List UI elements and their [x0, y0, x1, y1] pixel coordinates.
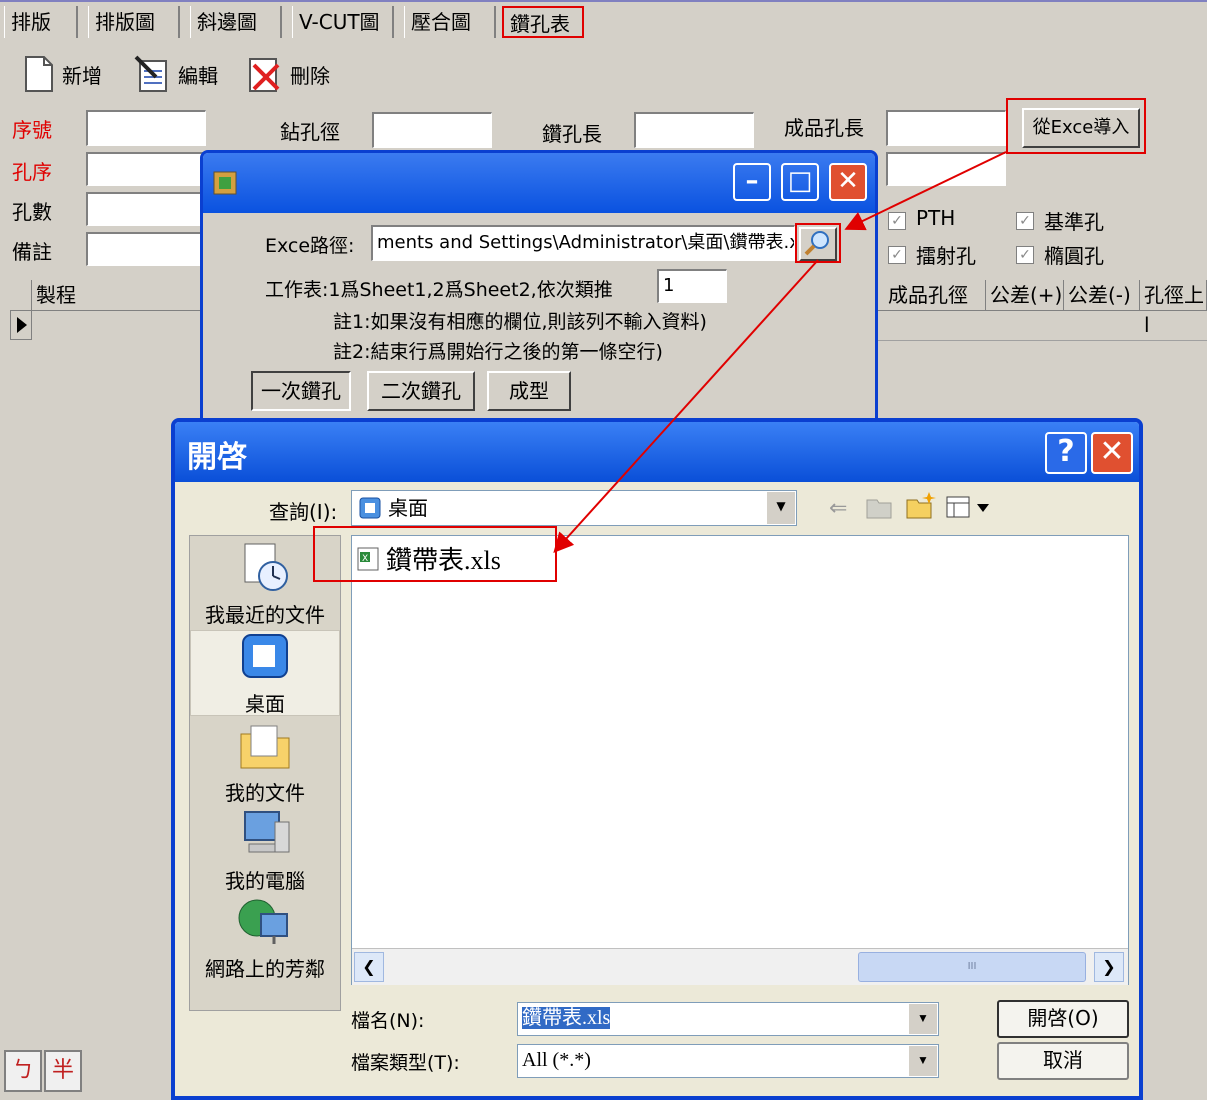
arrow-import-to-browse — [844, 151, 1007, 231]
arrow-browse-to-file — [553, 259, 819, 553]
annotation-arrows — [553, 151, 1007, 553]
